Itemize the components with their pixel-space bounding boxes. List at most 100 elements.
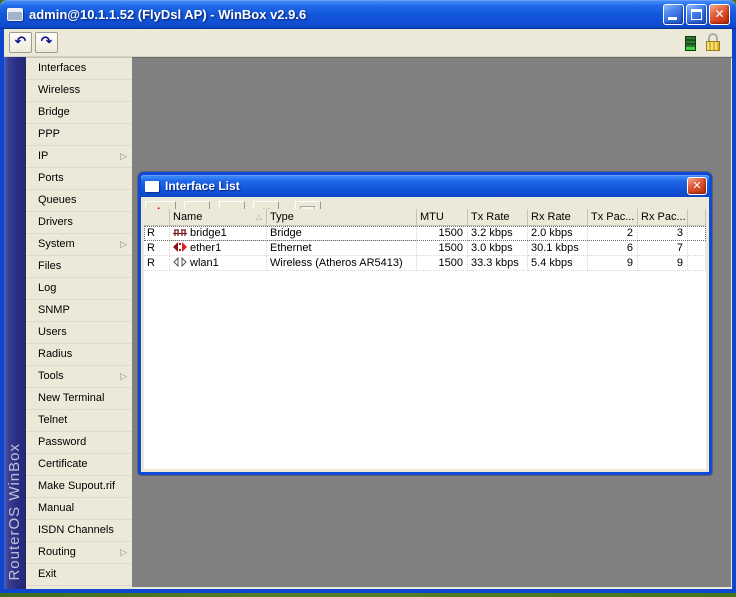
interface-list-window-icon	[145, 180, 159, 192]
rx-rate-cell: 30.1 kbps	[528, 241, 588, 256]
wireless-icon	[173, 256, 187, 268]
sidebar-item-label: Queues	[38, 194, 77, 206]
rx-packets-cell: 9	[638, 256, 688, 271]
sidebar-item-ports[interactable]: Ports	[26, 168, 132, 190]
close-icon: ✕	[692, 179, 702, 192]
sidebar-item-label: Password	[38, 436, 87, 448]
spacer-cell	[688, 256, 706, 271]
lock-body	[706, 41, 720, 51]
table-header-row: Name △ Type MTU Tx Rate Rx Rate Tx Pac...…	[144, 209, 706, 226]
redo-icon: ↷	[40, 34, 53, 50]
sidebar-item-new-terminal[interactable]: New Terminal	[26, 388, 132, 410]
redo-button[interactable]: ↷	[35, 32, 58, 53]
sidebar-item-files[interactable]: Files	[26, 256, 132, 278]
sidebar-item-label: Radius	[38, 348, 73, 360]
sidebar-item-wireless[interactable]: Wireless	[26, 80, 132, 102]
sidebar-item-queues[interactable]: Queues	[26, 190, 132, 212]
sidebar-item-users[interactable]: Users	[26, 322, 132, 344]
sidebar-item-ppp[interactable]: PPP	[26, 124, 132, 146]
sidebar-item-label: Wireless	[38, 84, 81, 96]
sidebar-item-label: Certificate	[38, 458, 88, 470]
sidebar-menu: Interfaces Wireless Bridge PPP IP ▷ Ports…	[26, 57, 132, 589]
sidebar-item-label: Make Supout.rif	[38, 480, 116, 492]
sidebar-item-label: Tools	[38, 370, 64, 382]
header-type[interactable]: Type	[267, 209, 417, 226]
top-toolbar: ↶ ↷	[4, 29, 732, 57]
flag-cell: R	[144, 241, 170, 256]
type-cell: Bridge	[267, 226, 417, 241]
header-tx-rate[interactable]: Tx Rate	[468, 209, 528, 226]
sidebar-item-routing[interactable]: Routing ▷	[26, 542, 132, 564]
tx-rate-cell: 33.3 kbps	[468, 256, 528, 271]
submenu-arrow-icon: ▷	[120, 372, 127, 382]
sidebar-item-certificate[interactable]: Certificate	[26, 454, 132, 476]
sidebar-item-interfaces[interactable]: Interfaces	[26, 58, 132, 80]
interface-table: Name △ Type MTU Tx Rate Rx Rate Tx Pac...…	[144, 209, 706, 469]
sidebar-item-label: New Terminal	[38, 392, 105, 404]
interface-list-title: Interface List	[165, 179, 240, 193]
tx-packets-cell: 9	[588, 256, 638, 271]
sidebar-item-label: Interfaces	[38, 62, 87, 74]
sidebar-item-isdn-channels[interactable]: ISDN Channels	[26, 520, 132, 542]
sidebar-item-ip[interactable]: IP ▷	[26, 146, 132, 168]
name-cell: ether1	[170, 241, 267, 256]
sidebar-item-drivers[interactable]: Drivers	[26, 212, 132, 234]
sidebar-item-snmp[interactable]: SNMP	[26, 300, 132, 322]
sidebar-item-label: SNMP	[38, 304, 70, 316]
header-rx-packets[interactable]: Rx Pac...	[638, 209, 688, 226]
header-name[interactable]: Name △	[170, 209, 267, 226]
main-titlebar[interactable]: admin@10.1.1.52 (FlyDsl AP) - WinBox v2.…	[0, 0, 736, 29]
interface-list-titlebar[interactable]: Interface List ✕	[141, 175, 709, 197]
undo-button[interactable]: ↶	[9, 32, 32, 53]
tx-packets-cell: 2	[588, 226, 638, 241]
table-row-ether1[interactable]: R ether1 Ethernet 1500 3.0 kbps 30.1 kbp…	[144, 241, 706, 256]
maximize-button[interactable]	[686, 4, 707, 25]
sidebar-item-label: Files	[38, 260, 62, 272]
interface-list-close-button[interactable]: ✕	[687, 177, 707, 195]
sidebar-item-label: Drivers	[38, 216, 73, 228]
bridge-icon	[173, 229, 187, 236]
connection-status-icon	[685, 36, 696, 51]
window-controls: ✕	[663, 4, 730, 25]
sidebar-item-label: PPP	[38, 128, 61, 140]
header-mtu[interactable]: MTU	[417, 209, 468, 226]
submenu-arrow-icon: ▷	[120, 548, 127, 558]
sidebar-item-label: Telnet	[38, 414, 68, 426]
sidebar-item-password[interactable]: Password	[26, 432, 132, 454]
app-window-icon	[7, 8, 23, 21]
spacer-cell	[688, 241, 706, 256]
header-rx-rate[interactable]: Rx Rate	[528, 209, 588, 226]
close-button[interactable]: ✕	[709, 4, 730, 25]
name-cell: bridge1	[170, 226, 267, 241]
sidebar-item-label: Routing	[38, 546, 76, 558]
sidebar-item-telnet[interactable]: Telnet	[26, 410, 132, 432]
spacer-cell	[688, 226, 706, 241]
brand-text: RouterOS WinBox	[6, 443, 23, 581]
sidebar-item-log[interactable]: Log	[26, 278, 132, 300]
table-row-bridge1[interactable]: R bridge1 Bridge 1500 3.2 kbps 2.0 kbps …	[144, 226, 706, 241]
sidebar-item-label: Bridge	[38, 106, 70, 118]
brand-strip: RouterOS WinBox	[4, 57, 26, 589]
rx-rate-cell: 2.0 kbps	[528, 226, 588, 241]
minimize-icon	[668, 17, 677, 20]
ethernet-icon	[173, 242, 187, 252]
sidebar-item-exit[interactable]: Exit	[26, 564, 132, 586]
flag-cell: R	[144, 226, 170, 241]
sidebar-item-radius[interactable]: Radius	[26, 344, 132, 366]
sidebar-item-bridge[interactable]: Bridge	[26, 102, 132, 124]
name-cell: wlan1	[170, 256, 267, 271]
sidebar-item-manual[interactable]: Manual	[26, 498, 132, 520]
sidebar-item-system[interactable]: System ▷	[26, 234, 132, 256]
sidebar-item-label: ISDN Channels	[38, 524, 114, 536]
header-tx-packets[interactable]: Tx Pac...	[588, 209, 638, 226]
submenu-arrow-icon: ▷	[120, 240, 127, 250]
sidebar-item-make-supout[interactable]: Make Supout.rif	[26, 476, 132, 498]
rx-rate-cell: 5.4 kbps	[528, 256, 588, 271]
sidebar-item-tools[interactable]: Tools ▷	[26, 366, 132, 388]
table-row-wlan1[interactable]: R wlan1 Wireless (Atheros AR5413) 1500 3…	[144, 256, 706, 271]
mtu-cell: 1500	[417, 256, 468, 271]
header-flags[interactable]	[144, 209, 170, 226]
header-spacer	[688, 209, 706, 226]
minimize-button[interactable]	[663, 4, 684, 25]
sidebar-item-label: IP	[38, 150, 49, 162]
